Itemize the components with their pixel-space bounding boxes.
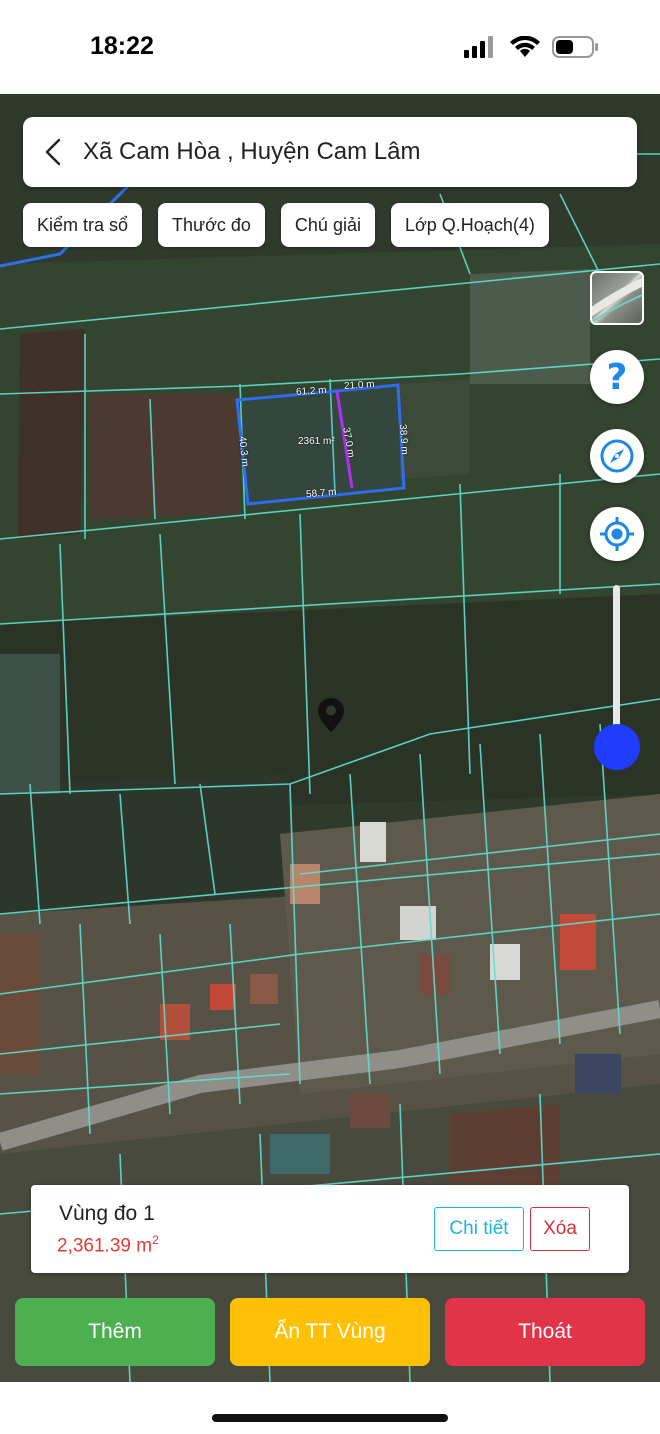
- detail-button[interactable]: Chi tiết: [434, 1207, 524, 1251]
- home-indicator[interactable]: [212, 1414, 448, 1422]
- exit-button[interactable]: Thoát: [445, 1298, 645, 1366]
- cellular-signal-icon: [464, 36, 493, 58]
- location-pin-icon[interactable]: [318, 698, 344, 732]
- compass-icon: [600, 439, 634, 473]
- measure-label-top-right: 21.0 m: [343, 378, 375, 393]
- status-time: 18:22: [90, 32, 154, 60]
- chip-planning-layer[interactable]: Lớp Q.Hoạch(4): [390, 203, 549, 247]
- chevron-left-icon: [45, 138, 61, 166]
- measurement-info-card: Vùng đo 1 2,361.39 m2 Chi tiết Xóa: [31, 1185, 629, 1273]
- my-location-button[interactable]: [590, 507, 644, 561]
- zoom-slider-thumb[interactable]: [594, 724, 640, 770]
- add-button[interactable]: Thêm: [15, 1298, 215, 1366]
- measure-label-area: 2361 m²: [298, 436, 335, 447]
- hide-area-info-button[interactable]: Ẩn TT Vùng: [230, 1298, 430, 1366]
- my-location-icon: [600, 517, 634, 551]
- chip-legend[interactable]: Chú giải: [280, 203, 375, 247]
- search-bar[interactable]: Xã Cam Hòa , Huyện Cam Lâm: [23, 117, 637, 187]
- home-area: [0, 1382, 660, 1434]
- chip-measure[interactable]: Thước đo: [158, 203, 265, 247]
- layer-thumbnail[interactable]: [590, 271, 644, 325]
- back-button[interactable]: [23, 117, 83, 187]
- wifi-icon: [510, 36, 540, 57]
- help-button[interactable]: ?: [590, 350, 644, 404]
- delete-button[interactable]: Xóa: [530, 1207, 590, 1251]
- chip-check-book[interactable]: Kiểm tra sổ: [23, 203, 143, 247]
- measure-label-top-left: 61.2 m: [295, 384, 327, 399]
- area-value: 2,361.39 m2: [57, 1233, 159, 1257]
- status-bar: 18:22: [0, 0, 660, 94]
- measure-label-right: 38.9 m: [396, 423, 410, 456]
- status-icons: [464, 36, 600, 58]
- battery-icon: [552, 36, 598, 58]
- area-value-text: 2,361.39 m: [57, 1235, 153, 1257]
- map-layer-preview: [592, 278, 642, 323]
- help-icon: ?: [606, 356, 628, 398]
- location-title: Xã Cam Hòa , Huyện Cam Lâm: [83, 138, 421, 165]
- toolbar-chips: Kiểm tra sổ Thước đo Chú giải Lớp Q.Hoạc…: [23, 203, 549, 247]
- area-name: Vùng đo 1: [59, 1202, 155, 1225]
- compass-button[interactable]: [590, 429, 644, 483]
- area-unit-exponent: 2: [152, 1233, 159, 1247]
